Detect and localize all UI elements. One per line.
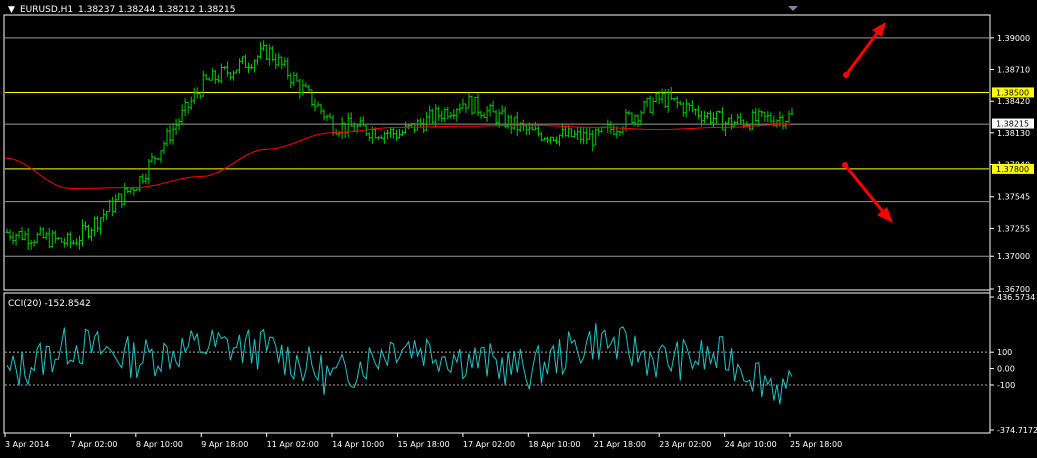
cci-tick-label: 436.5734 [997,293,1035,302]
time-tick-label: 23 Apr 02:00 [659,440,711,449]
chart-window: 1.390001.387101.384201.381301.378401.375… [0,0,1037,455]
time-tick-label: 9 Apr 18:00 [201,440,248,449]
key-level-tag-label: 1.37800 [996,165,1029,174]
time-tick-label: 15 Apr 18:00 [398,440,450,449]
time-tick-label: 18 Apr 10:00 [528,440,580,449]
chart-canvas: 1.390001.387101.384201.381301.378401.375… [0,0,1037,455]
cci-tick-label: -100 [997,381,1015,390]
cci-title: CCI(20) -152.8542 [8,299,91,309]
price-axis: 1.390001.387101.384201.381301.378401.375… [990,34,1034,294]
time-tick-label: 7 Apr 02:00 [70,440,117,449]
time-tick-label: 3 Apr 2014 [5,440,49,449]
time-tick-label: 14 Apr 10:00 [332,440,384,449]
chart-background [0,0,1037,455]
time-tick-label: 21 Apr 18:00 [594,440,646,449]
price-tick-label: 1.38710 [997,66,1030,75]
key-level-tag-label: 1.38500 [996,88,1029,97]
symbol-label: EURUSD,H1 [20,5,73,15]
price-tick-label: 1.38420 [997,97,1030,106]
cci-tick-label: -374.7172 [997,426,1037,435]
time-tick-label: 11 Apr 02:00 [267,440,319,449]
price-tick-label: 1.37000 [997,252,1030,261]
time-tick-label: 24 Apr 10:00 [725,440,777,449]
price-tick-label: 1.37255 [997,224,1030,233]
chart-menu-icon[interactable]: ▼ [8,5,15,15]
price-tick-label: 1.37545 [997,193,1030,202]
current-price-label: 1.38215 [996,120,1029,129]
price-tick-label: 1.38130 [997,129,1030,138]
cci-tick-label: 0.00 [997,365,1015,374]
time-tick-label: 8 Apr 10:00 [136,440,183,449]
cci-tick-label: 100 [997,348,1012,357]
time-tick-label: 25 Apr 18:00 [790,440,842,449]
time-tick-label: 17 Apr 02:00 [463,440,515,449]
quote-label: 1.38237 1.38244 1.38212 1.38215 [78,5,235,15]
price-tick-label: 1.39000 [997,34,1030,43]
